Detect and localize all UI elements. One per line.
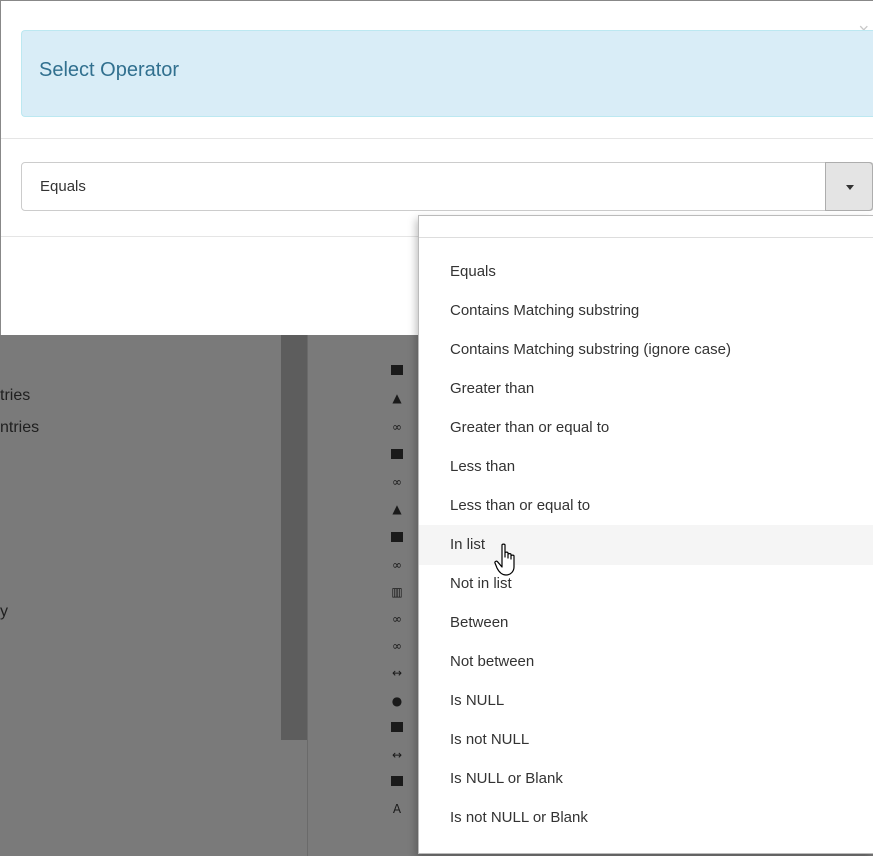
operator-option[interactable]: Not in list: [419, 564, 873, 604]
background-text: ntries: [0, 419, 40, 436]
operator-option[interactable]: Less than or equal to: [419, 486, 873, 526]
background-scrollbar: [281, 335, 307, 740]
tree-icon: ▲: [392, 502, 402, 516]
calendar-icon: [391, 449, 403, 459]
operator-dropdown-menu: Equals Contains Matching substring Conta…: [418, 215, 873, 854]
arrows-horizontal-icon: ↔: [391, 748, 403, 762]
operator-option[interactable]: Contains Matching substring: [419, 291, 873, 331]
link-icon: ∞: [392, 475, 402, 489]
link-icon: ∞: [392, 420, 402, 434]
operator-option[interactable]: Not between: [419, 642, 873, 682]
operator-option[interactable]: Greater than or equal to: [419, 408, 873, 448]
calendar-icon: [391, 722, 403, 732]
calendar-icon: [391, 365, 403, 375]
operator-option-hovered[interactable]: In list: [419, 525, 873, 565]
operator-option[interactable]: Is not NULL or Blank: [419, 798, 873, 838]
circle-check-icon: ●: [391, 694, 403, 708]
barcode-icon: ▥: [391, 585, 403, 599]
background-divider: [307, 335, 308, 856]
operator-option[interactable]: Less than: [419, 447, 873, 487]
operator-option[interactable]: Is NULL or Blank: [419, 759, 873, 799]
link-icon: ∞: [392, 612, 402, 626]
operator-option[interactable]: Is not NULL: [419, 720, 873, 760]
operator-select[interactable]: Equals: [21, 162, 873, 211]
operator-option[interactable]: Between: [419, 603, 873, 643]
calendar-icon: [391, 532, 403, 542]
arrows-horizontal-icon: ↔: [391, 666, 403, 680]
operator-option[interactable]: Greater than: [419, 369, 873, 409]
text-icon: A: [392, 802, 402, 816]
chevron-down-icon: [846, 185, 854, 190]
operator-option[interactable]: Is NULL: [419, 681, 873, 721]
background-text: y: [0, 603, 8, 620]
dropdown-toggle-button[interactable]: [825, 162, 873, 211]
link-icon: ∞: [392, 558, 402, 572]
hand-pointer-cursor-icon: [494, 543, 515, 576]
header-divider: [1, 138, 873, 139]
modal-title: Select Operator: [39, 59, 180, 81]
operator-select-value: Equals: [40, 178, 86, 195]
modal-header: Select Operator: [21, 30, 873, 117]
operator-option[interactable]: Equals: [419, 252, 873, 292]
link-icon: ∞: [392, 639, 402, 653]
calendar-icon: [391, 776, 403, 786]
tree-icon: ▲: [392, 391, 402, 405]
background-text: tries: [0, 387, 31, 404]
operator-option[interactable]: Contains Matching substring (ignore case…: [419, 330, 873, 370]
dropdown-search-field[interactable]: [419, 216, 873, 238]
